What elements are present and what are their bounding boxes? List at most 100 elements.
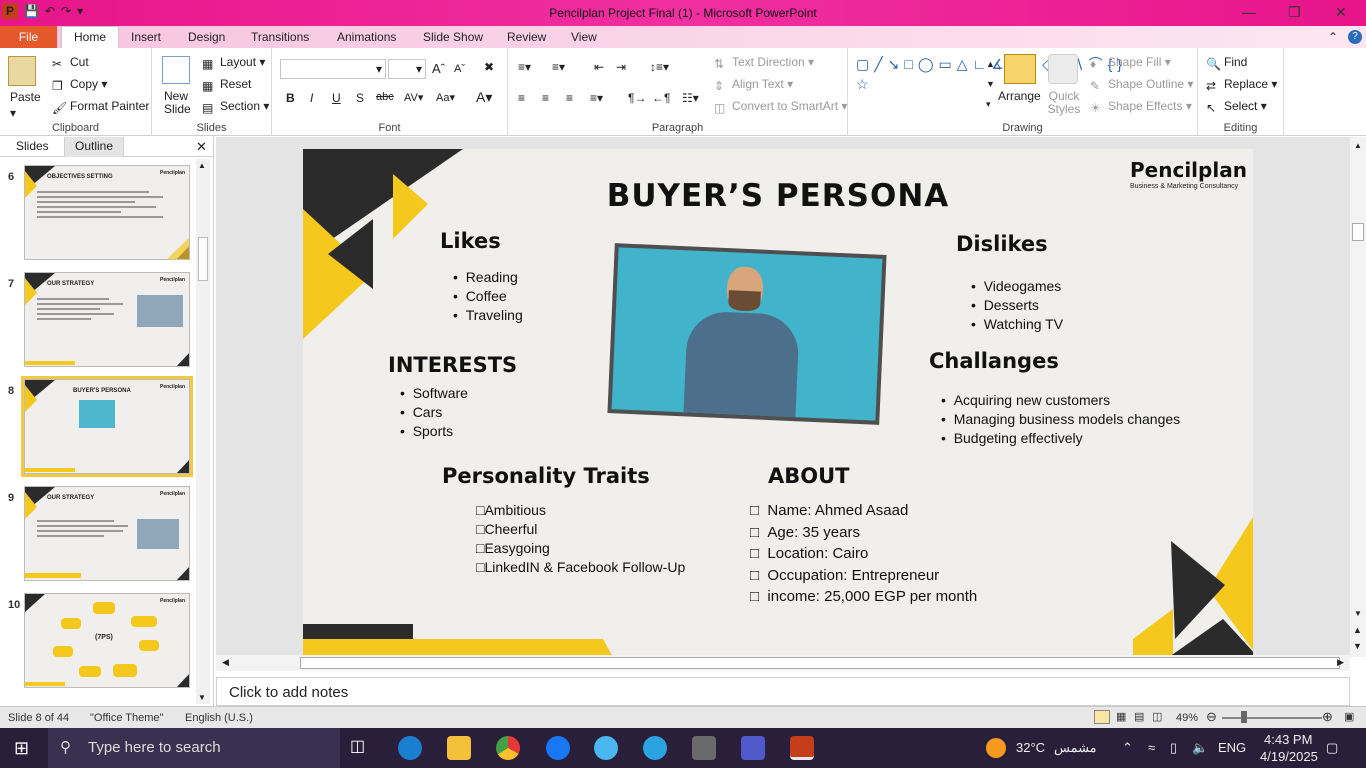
slide-canvas[interactable]: BUYER’S PERSONA Pencilplan Business & Ma… bbox=[303, 149, 1253, 657]
change-case-icon[interactable]: Aa▾ bbox=[436, 91, 455, 104]
shape-outline-button[interactable]: ✎ Shape Outline ▾ bbox=[1090, 77, 1193, 93]
strikethrough-icon[interactable]: abc bbox=[376, 91, 394, 103]
reading-view-icon[interactable]: ▤ bbox=[1134, 710, 1144, 723]
justify-icon[interactable]: ≡▾ bbox=[590, 91, 603, 105]
panel-scrollbar[interactable]: ▲ ▼ bbox=[196, 159, 210, 704]
quick-styles-icon[interactable] bbox=[1048, 54, 1078, 84]
edge-icon[interactable] bbox=[398, 736, 422, 760]
copy-button[interactable]: ❐ Copy ▾ bbox=[52, 77, 107, 93]
reset-button[interactable]: ▦ Reset bbox=[202, 77, 251, 93]
vertical-scroll-thumb[interactable] bbox=[1352, 223, 1364, 241]
paste-dropdown-icon[interactable]: ▾ bbox=[10, 106, 16, 120]
format-painter-button[interactable]: 🖌 Format Painter bbox=[52, 99, 149, 115]
find-button[interactable]: 🔍 Find bbox=[1206, 55, 1247, 71]
grow-font-icon[interactable]: Aˆ bbox=[432, 61, 445, 76]
weather-icon[interactable] bbox=[986, 738, 1006, 758]
battery-icon[interactable]: ▯ bbox=[1170, 740, 1177, 756]
paste-button[interactable]: Paste bbox=[10, 90, 41, 104]
numbering-icon[interactable]: ≡▾ bbox=[552, 60, 565, 74]
scroll-down-icon[interactable]: ▼ bbox=[1354, 609, 1362, 618]
tab-view[interactable]: View bbox=[571, 30, 597, 44]
help-icon[interactable]: ? bbox=[1348, 30, 1362, 44]
slide-thumbnail[interactable]: (7PS) Pencilplan bbox=[24, 593, 190, 688]
dislikes-heading[interactable]: Dislikes bbox=[956, 232, 1048, 256]
shape-effects-button[interactable]: ☀ Shape Effects ▾ bbox=[1090, 99, 1192, 115]
slide-thumbnail[interactable]: OBJECTIVES SETTING Pencilplan bbox=[24, 165, 190, 260]
tab-slide-show[interactable]: Slide Show bbox=[423, 30, 483, 44]
slide-title[interactable]: BUYER’S PERSONA bbox=[303, 178, 1253, 214]
close-button[interactable]: ✕ bbox=[1335, 4, 1347, 21]
italic-icon[interactable]: I bbox=[310, 91, 313, 105]
tab-outline[interactable]: Outline bbox=[64, 137, 125, 157]
bold-icon[interactable]: B bbox=[286, 91, 295, 105]
traits-list[interactable]: □Ambitious □Cheerful □Easygoing □LinkedI… bbox=[476, 501, 685, 577]
temperature[interactable]: 32°C bbox=[1016, 740, 1045, 755]
increase-indent-icon[interactable]: ⇥ bbox=[616, 60, 626, 74]
teams-icon[interactable] bbox=[741, 736, 765, 760]
challenges-heading[interactable]: Challanges bbox=[929, 349, 1059, 373]
minimize-button[interactable]: — bbox=[1242, 4, 1256, 20]
windows-start-icon[interactable]: ⊞ bbox=[14, 738, 29, 759]
show-hidden-icons[interactable]: ⌃ bbox=[1122, 740, 1133, 756]
about-list[interactable]: □ Name: Ahmed Asaad □ Age: 35 years □ Lo… bbox=[750, 500, 977, 608]
input-language[interactable]: ENG bbox=[1218, 740, 1246, 755]
close-panel-icon[interactable]: ✕ bbox=[196, 139, 207, 155]
slide-thumbnail-selected[interactable]: BUYER'S PERSONA Pencilplan bbox=[21, 376, 193, 477]
decrease-indent-icon[interactable]: ⇤ bbox=[594, 60, 604, 74]
about-heading[interactable]: ABOUT bbox=[768, 464, 850, 488]
select-button[interactable]: ↖ Select ▾ bbox=[1206, 99, 1267, 115]
minimize-ribbon-icon[interactable]: ⌃ bbox=[1328, 30, 1338, 44]
volume-icon[interactable]: 🔈 bbox=[1192, 740, 1208, 756]
new-slide-button[interactable]: New Slide bbox=[164, 90, 194, 116]
taskbar-search[interactable]: ⚲ Type here to search bbox=[48, 728, 340, 768]
dislikes-list[interactable]: • Videogames • Desserts • Watching TV bbox=[971, 277, 1063, 334]
tab-file[interactable]: File bbox=[0, 26, 57, 48]
rtl-icon[interactable]: ←¶ bbox=[652, 91, 670, 105]
zoom-level[interactable]: 49% bbox=[1176, 712, 1198, 724]
persona-photo-frame[interactable] bbox=[607, 243, 887, 425]
scroll-left-icon[interactable]: ◀ bbox=[222, 657, 229, 668]
font-color-icon[interactable]: A▾ bbox=[476, 89, 492, 106]
personality-heading[interactable]: Personality Traits bbox=[442, 464, 650, 488]
normal-view-icon[interactable] bbox=[1094, 710, 1110, 724]
slide-thumbnail[interactable]: OUR STRATEGY Pencilplan bbox=[24, 272, 190, 367]
zoom-slider-thumb[interactable] bbox=[1241, 711, 1247, 723]
font-name-combo[interactable]: ▾ bbox=[280, 59, 386, 79]
scroll-right-icon[interactable]: ▶ bbox=[1337, 657, 1344, 668]
align-right-icon[interactable]: ≡ bbox=[566, 91, 573, 105]
tab-insert[interactable]: Insert bbox=[131, 30, 161, 44]
language-indicator[interactable]: English (U.S.) bbox=[185, 712, 253, 724]
notes-pane[interactable]: Click to add notes bbox=[216, 677, 1350, 706]
likes-list[interactable]: • Reading • Coffee • Traveling bbox=[453, 268, 523, 325]
align-text-button[interactable]: ⇕ Align Text ▾ bbox=[714, 77, 793, 93]
horizontal-scrollbar[interactable]: ◀ ▶ bbox=[216, 655, 1350, 671]
tab-slides[interactable]: Slides bbox=[16, 139, 49, 153]
task-view-icon[interactable]: ◫ bbox=[350, 736, 374, 760]
interests-heading[interactable]: INTERESTS bbox=[388, 353, 517, 377]
zoom-in-icon[interactable]: ⊕ bbox=[1322, 709, 1333, 725]
zoom-slider[interactable] bbox=[1222, 717, 1322, 719]
bullets-icon[interactable]: ≡▾ bbox=[518, 60, 531, 74]
underline-icon[interactable]: U bbox=[332, 91, 341, 105]
horizontal-scroll-thumb[interactable] bbox=[300, 657, 1340, 669]
convert-smartart-button[interactable]: ◫ Convert to SmartArt ▾ bbox=[714, 99, 847, 115]
notes-placeholder[interactable]: Click to add notes bbox=[229, 684, 348, 701]
calculator-icon[interactable] bbox=[692, 736, 716, 760]
slide-sorter-icon[interactable]: ▦ bbox=[1116, 710, 1126, 723]
line-spacing-icon[interactable]: ↕≡▾ bbox=[650, 60, 669, 74]
powerpoint-taskbar-icon[interactable] bbox=[790, 736, 814, 760]
vertical-scrollbar[interactable]: ▲ ▼ ▲ ▼ bbox=[1350, 137, 1366, 657]
panel-scroll-thumb[interactable] bbox=[198, 237, 208, 281]
tab-animations[interactable]: Animations bbox=[337, 30, 396, 44]
text-direction-button[interactable]: ⇅ Text Direction ▾ bbox=[714, 55, 814, 71]
scroll-up-icon[interactable]: ▲ bbox=[1354, 141, 1362, 150]
ltr-icon[interactable]: ¶→ bbox=[628, 91, 646, 105]
clear-formatting-icon[interactable]: ✖ bbox=[484, 60, 494, 74]
notification-icon[interactable]: ▢ bbox=[1326, 740, 1338, 756]
telegram-icon[interactable] bbox=[643, 736, 667, 760]
shapes-gallery[interactable]: ▢╱↘□◯▭△∟∡⇨⇩◇↷∖⌒{}☆ bbox=[856, 54, 1122, 114]
clock-time[interactable]: 4:43 PM bbox=[1264, 732, 1312, 747]
layout-button[interactable]: ▦ Layout ▾ bbox=[202, 55, 265, 71]
previous-slide-icon[interactable]: ▲ bbox=[1353, 625, 1362, 635]
tab-design[interactable]: Design bbox=[188, 30, 225, 44]
